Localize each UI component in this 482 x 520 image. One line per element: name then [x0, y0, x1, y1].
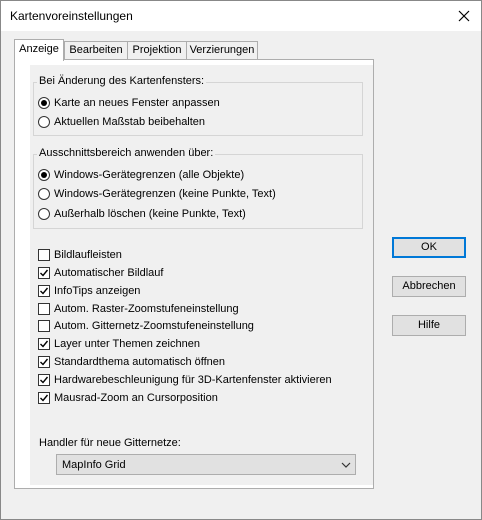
radio-label: Windows-Gerätegrenzen (keine Punkte, Tex…: [54, 188, 276, 200]
checkbox-label: Automatischer Bildlauf: [54, 267, 164, 279]
radio-label: Außerhalb löschen (keine Punkte, Text): [54, 208, 246, 220]
radio-indicator: [38, 116, 50, 128]
checkbox-box: [38, 267, 50, 279]
group-clip-region-label: Ausschnittsbereich anwenden über:: [37, 147, 216, 159]
radio-device-all[interactable]: Windows-Gerätegrenzen (alle Objekte): [38, 167, 244, 183]
select-value: MapInfo Grid: [62, 459, 126, 471]
cancel-button[interactable]: Abbrechen: [392, 276, 466, 297]
checkbox-infotips[interactable]: InfoTips anzeigen: [38, 283, 140, 299]
close-button[interactable]: [453, 5, 475, 27]
checkbox-hardware-accel[interactable]: Hardwarebeschleunigung für 3D-Kartenfens…: [38, 372, 332, 388]
checkmark-icon: [40, 394, 49, 402]
checkbox-label: Layer unter Themen zeichnen: [54, 338, 200, 350]
title-bar: Kartenvoreinstellungen: [1, 1, 481, 31]
checkmark-icon: [40, 340, 49, 348]
checkmark-icon: [40, 269, 49, 277]
radio-label: Aktuellen Maßstab beibehalten: [54, 116, 206, 128]
checkbox-box: [38, 356, 50, 368]
radio-keep-scale[interactable]: Aktuellen Maßstab beibehalten: [38, 114, 205, 130]
handler-label: Handler für neue Gitternetze:: [39, 437, 181, 449]
checkbox-label: Autom. Gitternetz-Zoomstufeneinstellung: [54, 320, 254, 332]
checkbox-label: Mausrad-Zoom an Cursorposition: [54, 392, 218, 404]
radio-label: Karte an neues Fenster anpassen: [54, 97, 220, 109]
radio-indicator: [38, 188, 50, 200]
checkbox-box: [38, 338, 50, 350]
checkbox-box: [38, 392, 50, 404]
tab-bearbeiten[interactable]: Bearbeiten: [64, 41, 128, 59]
checkbox-box: [38, 303, 50, 315]
checkbox-default-theme[interactable]: Standardthema automatisch öffnen: [38, 354, 225, 370]
checkbox-box: [38, 374, 50, 386]
checkbox-raster-zoom[interactable]: Autom. Raster-Zoomstufeneinstellung: [38, 301, 239, 317]
checkbox-grid-zoom[interactable]: Autom. Gitternetz-Zoomstufeneinstellung: [38, 318, 254, 334]
radio-indicator: [38, 169, 50, 181]
checkbox-box: [38, 285, 50, 297]
radio-erase-outside[interactable]: Außerhalb löschen (keine Punkte, Text): [38, 206, 246, 222]
checkbox-box: [38, 249, 50, 261]
checkbox-label: Bildlaufleisten: [54, 249, 122, 261]
radio-indicator: [38, 208, 50, 220]
close-icon: [458, 10, 470, 22]
radio-fit-window[interactable]: Karte an neues Fenster anpassen: [38, 95, 220, 111]
checkbox-scrollbars[interactable]: Bildlaufleisten: [38, 247, 122, 263]
checkbox-label: Standardthema automatisch öffnen: [54, 356, 226, 368]
checkbox-label: InfoTips anzeigen: [54, 285, 141, 297]
radio-label: Windows-Gerätegrenzen (alle Objekte): [54, 169, 245, 181]
checkbox-box: [38, 320, 50, 332]
checkmark-icon: [40, 287, 49, 295]
checkbox-label: Hardwarebeschleunigung für 3D-Kartenfens…: [54, 374, 332, 386]
help-button[interactable]: Hilfe: [392, 315, 466, 336]
tab-projektion[interactable]: Projektion: [127, 41, 187, 59]
radio-device-no-points[interactable]: Windows-Gerätegrenzen (keine Punkte, Tex…: [38, 186, 276, 202]
ok-button[interactable]: OK: [392, 237, 466, 258]
checkmark-icon: [40, 358, 49, 366]
grid-handler-select[interactable]: MapInfo Grid: [56, 454, 356, 475]
group-window-change-label: Bei Änderung des Kartenfensters:: [37, 75, 207, 87]
checkbox-autoscroll[interactable]: Automatischer Bildlauf: [38, 265, 163, 281]
checkbox-wheel-zoom[interactable]: Mausrad-Zoom an Cursorposition: [38, 390, 218, 406]
checkbox-layer-under-themes[interactable]: Layer unter Themen zeichnen: [38, 336, 200, 352]
checkbox-label: Autom. Raster-Zoomstufeneinstellung: [54, 303, 239, 315]
checkmark-icon: [40, 376, 49, 384]
window-title: Kartenvoreinstellungen: [10, 9, 133, 23]
tab-verzierungen[interactable]: Verzierungen: [186, 41, 258, 59]
chevron-down-icon: [341, 462, 351, 468]
radio-indicator: [38, 97, 50, 109]
tab-anzeige[interactable]: Anzeige: [14, 39, 64, 61]
